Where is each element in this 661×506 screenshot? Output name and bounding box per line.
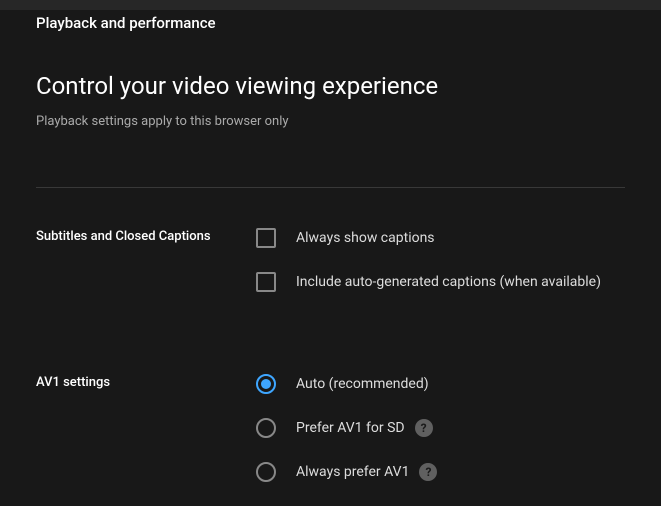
page-title: Control your video viewing experience (36, 72, 625, 100)
av1-prefer-sd-radio[interactable] (256, 418, 276, 438)
always-show-captions-label: Always show captions (296, 230, 435, 246)
av1-auto-radio[interactable] (256, 374, 276, 394)
av1-auto-label: Auto (recommended) (296, 376, 429, 392)
auto-generated-captions-row: Include auto-generated captions (when av… (256, 272, 625, 292)
always-show-captions-checkbox[interactable] (256, 228, 276, 248)
help-icon[interactable]: ? (415, 419, 433, 437)
breadcrumb: Playback and performance (36, 14, 625, 32)
av1-controls: Auto (recommended) Prefer AV1 for SD ? A… (256, 374, 625, 506)
always-show-captions-row: Always show captions (256, 228, 625, 248)
help-icon[interactable]: ? (419, 463, 437, 481)
auto-generated-captions-checkbox[interactable] (256, 272, 276, 292)
captions-section: Subtitles and Closed Captions Always sho… (36, 228, 625, 316)
captions-section-label: Subtitles and Closed Captions (36, 228, 256, 316)
av1-always-row: Always prefer AV1 ? (256, 462, 625, 482)
av1-auto-row: Auto (recommended) (256, 374, 625, 394)
av1-section: AV1 settings Auto (recommended) Prefer A… (36, 374, 625, 506)
av1-prefer-sd-row: Prefer AV1 for SD ? (256, 418, 625, 438)
top-bar (0, 0, 661, 10)
auto-generated-captions-label: Include auto-generated captions (when av… (296, 274, 601, 290)
captions-controls: Always show captions Include auto-genera… (256, 228, 625, 316)
content-area: Playback and performance Control your vi… (0, 14, 661, 506)
divider (36, 187, 625, 188)
av1-section-label: AV1 settings (36, 374, 256, 506)
av1-prefer-sd-label: Prefer AV1 for SD (296, 420, 405, 436)
page-subtitle: Playback settings apply to this browser … (36, 114, 625, 129)
av1-always-label: Always prefer AV1 (296, 464, 409, 480)
av1-always-radio[interactable] (256, 462, 276, 482)
